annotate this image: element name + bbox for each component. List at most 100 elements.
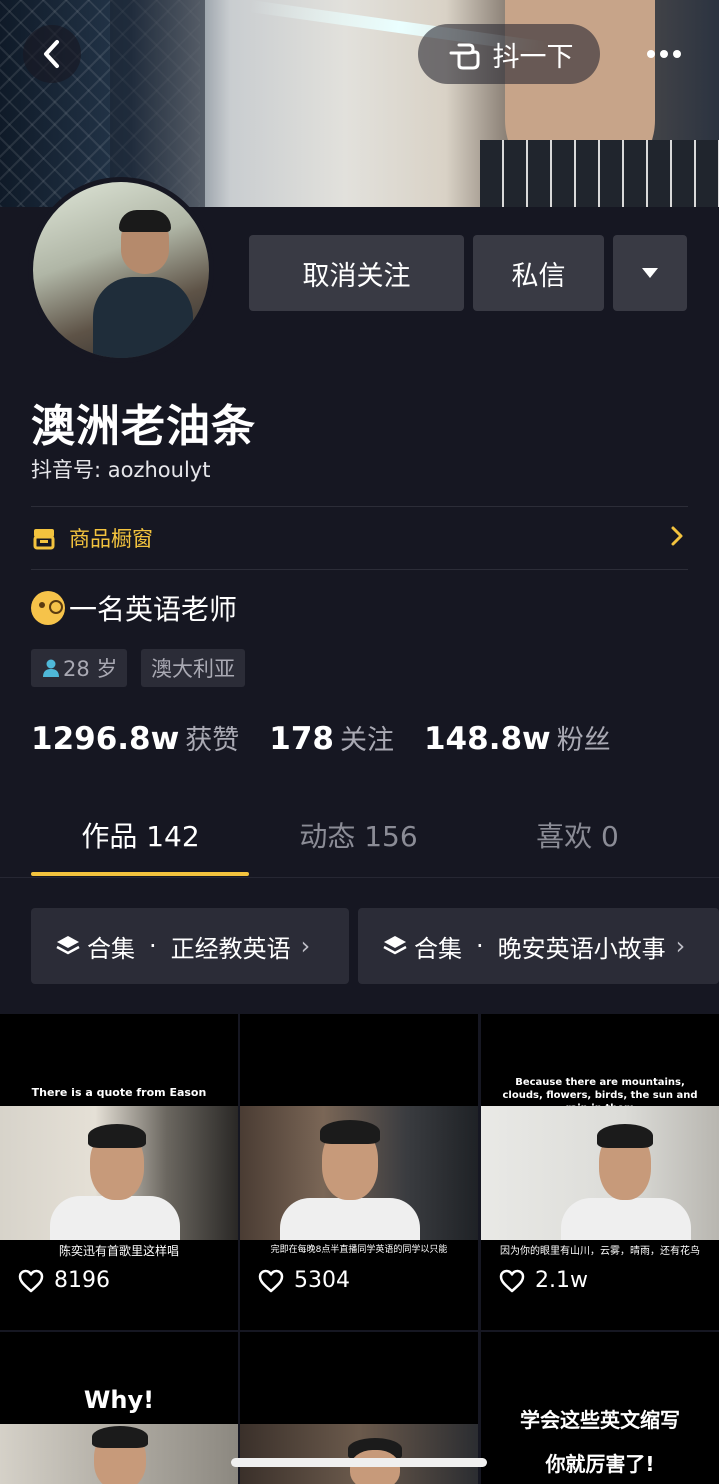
chevron-right-icon: ›	[675, 932, 686, 960]
likes-count: 8196	[54, 1268, 110, 1293]
person-hair	[320, 1120, 380, 1144]
video-caption-top: 学会这些英文缩写	[520, 1408, 680, 1432]
avatar[interactable]	[33, 182, 209, 358]
stat-number: 1296.8w	[31, 721, 180, 757]
person-body	[561, 1198, 691, 1240]
video-thumbnail[interactable]: There is a quote from Eason 陈奕迅有首歌里这样唱 8…	[0, 1014, 238, 1330]
stat-following[interactable]: 178 关注	[269, 718, 394, 757]
age-tag: 28 岁	[31, 649, 128, 687]
video-grid: There is a quote from Eason 陈奕迅有首歌里这样唱 8…	[0, 1014, 719, 1484]
more-button[interactable]	[635, 25, 693, 83]
stat-number: 178	[269, 721, 334, 757]
video-likes: 8196	[18, 1268, 110, 1293]
tab-likes[interactable]: 喜欢 0	[468, 815, 687, 855]
video-caption-bottom: 陈奕迅有首歌里这样唱	[58, 1244, 179, 1258]
video-thumbnail[interactable]: 完即在每晚8点半直播同学英语的同学以只能 5304	[240, 1014, 478, 1330]
stat-likes[interactable]: 1296.8w 获赞	[31, 718, 239, 757]
unfollow-button[interactable]: 取消关注	[249, 235, 464, 311]
video-scene	[481, 1106, 719, 1240]
layers-icon	[383, 936, 407, 955]
video-person	[561, 1116, 691, 1240]
location-label: 澳大利亚	[151, 657, 235, 681]
unfollow-label: 取消关注	[302, 260, 411, 292]
cover-door	[110, 0, 205, 207]
home-indicator	[231, 1458, 487, 1467]
stat-label: 粉丝	[556, 725, 611, 756]
likes-count: 2.1w	[535, 1268, 588, 1293]
video-person	[50, 1114, 180, 1240]
collection-prefix: 合集	[414, 934, 462, 963]
tab-moments[interactable]: 动态 156	[249, 815, 468, 855]
cover-image	[0, 0, 719, 207]
video-thumbnail[interactable]: 学会这些英文缩写 你就厉害了!	[481, 1332, 719, 1484]
collection-dot: ·	[149, 932, 157, 960]
douyin-id: 抖音号: aozhoulyt	[31, 458, 211, 482]
chevron-left-icon	[44, 40, 59, 68]
cover-shirt	[480, 140, 719, 207]
stat-followers[interactable]: 148.8w 粉丝	[424, 718, 611, 757]
location-tag: 澳大利亚	[141, 649, 245, 687]
pointing-hand-icon	[449, 43, 479, 70]
bio-text: 一名英语老师	[69, 593, 238, 626]
more-dots-icon	[647, 50, 681, 58]
stat-number: 148.8w	[423, 721, 551, 757]
video-thumbnail[interactable]: Because there are mountains, clouds, flo…	[481, 1014, 719, 1330]
video-caption-top: There is a quote from Eason	[31, 1086, 207, 1099]
message-label: 私信	[511, 260, 566, 292]
video-thumbnail[interactable]: Why!	[0, 1332, 238, 1484]
tab-divider	[0, 877, 719, 878]
tab-works[interactable]: 作品 142	[31, 815, 250, 855]
person-hair	[92, 1426, 148, 1448]
monocle-emoji-icon	[31, 591, 65, 625]
shop-window-row[interactable]: 商品橱窗	[31, 507, 688, 569]
video-scene	[240, 1424, 478, 1484]
stat-label: 关注	[339, 725, 394, 756]
video-scene	[0, 1106, 238, 1240]
shop-label: 商品橱窗	[69, 527, 153, 551]
video-likes: 5304	[258, 1268, 350, 1293]
caret-down-icon	[642, 268, 658, 278]
profile-name: 澳洲老油条	[31, 401, 256, 452]
person-body	[280, 1198, 420, 1240]
back-button[interactable]	[23, 25, 81, 83]
collection-dot: ·	[476, 932, 484, 960]
divider	[31, 569, 688, 570]
person-hair	[597, 1124, 653, 1148]
shake-label: 抖一下	[492, 41, 574, 73]
shake-button[interactable]: 抖一下	[418, 24, 600, 84]
collection-title: 正经教英语	[170, 934, 291, 963]
video-person	[80, 1426, 160, 1484]
person-icon	[43, 659, 59, 677]
bio: 一名英语老师	[31, 588, 237, 628]
video-scene	[0, 1424, 238, 1484]
collection-prefix: 合集	[87, 934, 135, 963]
video-scene	[240, 1106, 478, 1240]
tab-underline	[31, 872, 249, 876]
avatar-body	[93, 277, 193, 358]
heart-icon	[499, 1269, 525, 1292]
video-likes: 2.1w	[499, 1268, 588, 1293]
collection-card[interactable]: 合集 · 晚安英语小故事 ›	[358, 908, 719, 984]
video-caption-top: Why!	[83, 1386, 155, 1414]
collection-title: 晚安英语小故事	[497, 934, 666, 963]
dropdown-button[interactable]	[613, 235, 687, 311]
video-caption-bottom: 完即在每晚8点半直播同学英语的同学以只能	[270, 1245, 448, 1255]
person-hair	[88, 1124, 146, 1148]
shop-icon	[33, 529, 55, 550]
message-button[interactable]: 私信	[473, 235, 604, 311]
likes-count: 5304	[294, 1268, 350, 1293]
heart-icon	[18, 1269, 44, 1292]
heart-icon	[258, 1269, 284, 1292]
collection-card[interactable]: 合集 · 正经教英语 ›	[31, 908, 349, 984]
person-head	[350, 1450, 400, 1484]
video-caption-bottom: 你就厉害了!	[545, 1452, 655, 1476]
age-label: 28 岁	[63, 657, 118, 681]
video-caption-bottom: 因为你的眼里有山川，云雾，晴雨，还有花鸟	[500, 1246, 700, 1257]
layers-icon	[56, 936, 80, 955]
person-body	[50, 1196, 180, 1240]
chevron-right-icon: ›	[300, 932, 311, 960]
stat-label: 获赞	[185, 725, 240, 756]
video-person	[280, 1110, 420, 1240]
chevron-right-icon	[671, 526, 683, 546]
avatar-hair	[119, 210, 171, 232]
